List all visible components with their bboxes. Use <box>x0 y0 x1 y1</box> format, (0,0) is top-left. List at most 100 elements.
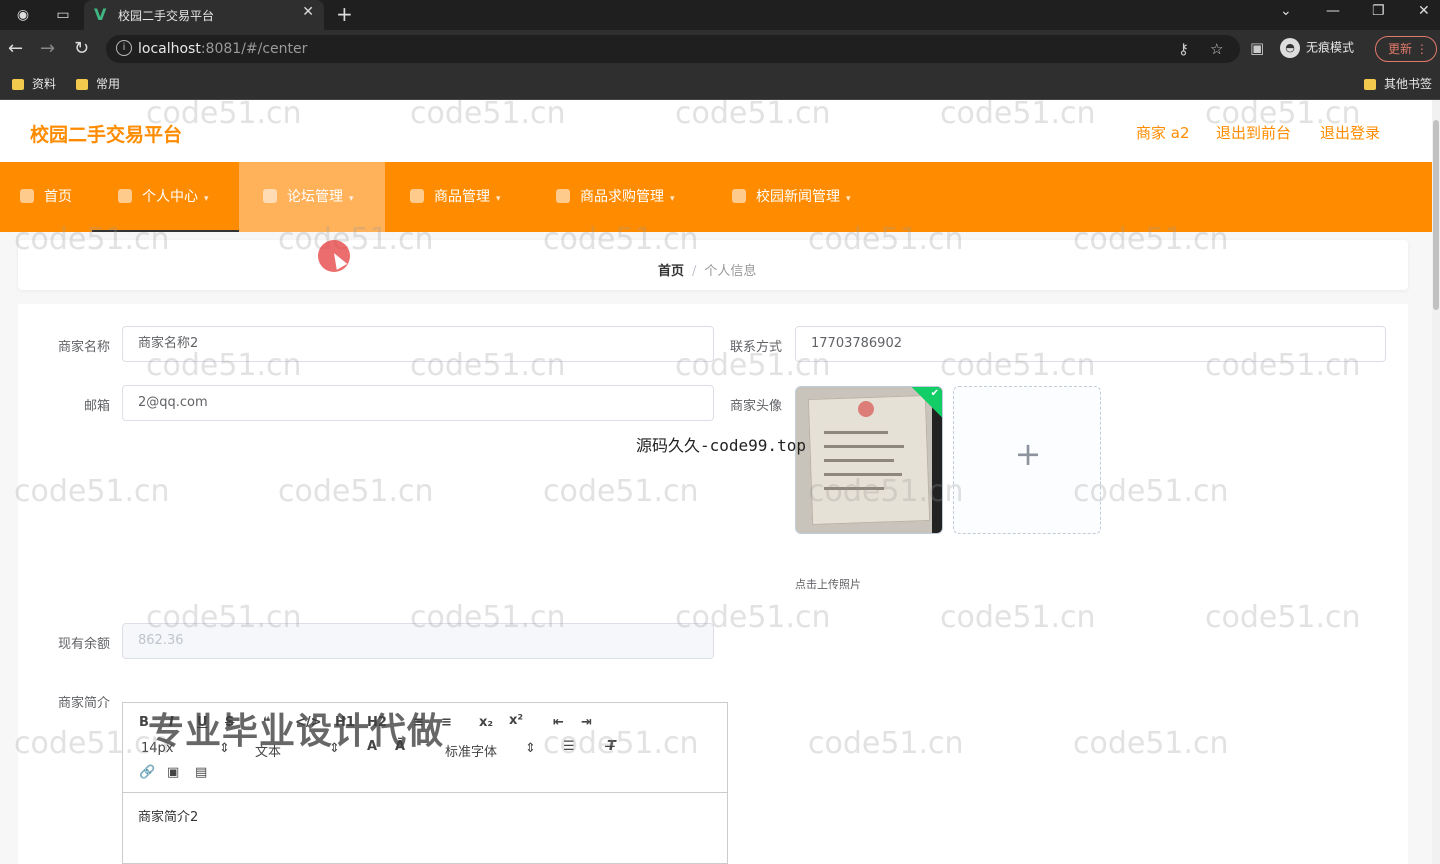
contact-input[interactable]: 17703786902 <box>795 326 1386 362</box>
bookmark-label: 常用 <box>96 77 121 91</box>
breadcrumb-home[interactable]: 首页 <box>658 264 684 279</box>
chevron-down-icon: ▾ <box>204 194 209 204</box>
nav-label: 商品求购管理 <box>580 189 664 205</box>
superscript-button[interactable]: x² <box>509 713 523 728</box>
breadcrumb-separator: / <box>692 264 697 279</box>
new-tab-icon[interactable]: + <box>336 2 353 26</box>
avatar-upload-button[interactable]: + <box>953 386 1101 534</box>
star-icon[interactable]: ☆ <box>1210 40 1223 58</box>
tab-search-icon[interactable]: ⌄ <box>1280 3 1292 19</box>
site-info-icon[interactable]: i <box>116 40 132 56</box>
news-icon <box>732 189 746 203</box>
incognito-icon: ◓ <box>1280 38 1300 58</box>
nav-label: 首页 <box>44 189 72 205</box>
merchant-name-input[interactable]: 商家名称2 <box>122 326 714 362</box>
back-icon[interactable]: ← <box>8 38 23 59</box>
restore-icon[interactable]: ❐ <box>1372 3 1385 19</box>
scrollbar-thumb[interactable] <box>1433 120 1439 310</box>
folder-icon <box>1364 79 1376 90</box>
doc-line <box>824 459 894 462</box>
page-scrollbar[interactable] <box>1432 100 1440 864</box>
email-input[interactable]: 2@qq.com <box>122 385 714 421</box>
balance-label: 现有余额 <box>57 637 110 652</box>
tab-strip-icon[interactable]: ▭ <box>54 6 72 24</box>
contact-label: 联系方式 <box>729 340 782 355</box>
nav-label: 论坛管理 <box>287 189 343 205</box>
nav-item-goods[interactable]: 商品管理 ▾ <box>410 162 501 232</box>
url-input[interactable]: i localhost:8081/#/center ⚷ ☆ <box>106 35 1240 63</box>
reload-icon[interactable]: ↻ <box>74 38 89 59</box>
update-label: 更新 <box>1388 42 1413 56</box>
bookmarks-bar: 资料 常用 其他书签 <box>0 68 1440 100</box>
doc-line <box>824 445 904 448</box>
balance-input: 862.36 <box>122 623 714 659</box>
breadcrumb-current: 个人信息 <box>704 264 757 279</box>
nav-item-purchase-requests[interactable]: 商品求购管理 ▾ <box>556 162 675 232</box>
promo-watermark: 专业毕业设计代做 <box>148 711 445 752</box>
url-path: :8081/#/center <box>200 41 308 57</box>
red-seal-mark <box>858 401 874 417</box>
doc-line <box>824 487 884 490</box>
side-panel-icon[interactable]: ▣ <box>1250 39 1264 57</box>
close-window-icon[interactable]: ✕ <box>1418 3 1430 19</box>
browser-tab-bar: ◉ ▭ V 校园二手交易平台 ✕ + ⌄ — ❐ ✕ <box>0 0 1440 30</box>
logout-link[interactable]: 退出登录 <box>1320 122 1380 143</box>
goods-icon <box>410 189 424 203</box>
forward-icon[interactable]: → <box>40 38 55 59</box>
nav-label: 校园新闻管理 <box>756 189 840 205</box>
nav-item-forum[interactable]: 论坛管理 ▾ <box>239 162 385 232</box>
bookmark-folder[interactable]: 资料 <box>12 75 56 92</box>
breadcrumb-container: 首页 / 个人信息 <box>18 240 1408 290</box>
url-host: localhost <box>138 41 201 57</box>
merchant-name-label: 商家名称 <box>57 340 110 355</box>
intro-label: 商家简介 <box>57 696 110 711</box>
link-icon[interactable]: 🔗 <box>139 765 155 780</box>
url-text[interactable]: localhost:8081/#/center <box>138 41 307 57</box>
chevron-down-icon: ▾ <box>349 194 354 204</box>
close-tab-icon[interactable]: ✕ <box>302 4 314 20</box>
back-to-frontend-link[interactable]: 退出到前台 <box>1216 122 1291 143</box>
folder-icon <box>12 79 24 90</box>
font-family-select[interactable]: 标准字体 <box>445 741 497 760</box>
minimize-icon[interactable]: — <box>1326 3 1340 19</box>
key-icon[interactable]: ⚷ <box>1178 40 1189 58</box>
doc-line <box>824 431 888 434</box>
tab-title: 校园二手交易平台 <box>118 9 215 23</box>
bookmark-folder[interactable]: 常用 <box>76 75 120 92</box>
family-chevron-icon[interactable]: ⇕ <box>525 741 536 756</box>
site-header: 校园二手交易平台 商家 a2 退出到前台 退出登录 <box>0 100 1432 162</box>
chevron-down-icon: ▾ <box>496 194 501 204</box>
breadcrumb: 首页 / 个人信息 <box>658 260 756 279</box>
globe-icon[interactable]: ◉ <box>14 6 32 24</box>
nav-label: 个人中心 <box>142 189 198 205</box>
plus-icon: + <box>1014 435 1042 473</box>
folder-icon <box>76 79 88 90</box>
chevron-down-icon: ▾ <box>670 194 675 204</box>
bookmark-label: 资料 <box>32 77 57 91</box>
home-icon <box>20 189 34 203</box>
editor-content[interactable]: 商家简介2 <box>138 806 198 825</box>
address-bar: ← → ↻ i localhost:8081/#/center ⚷ ☆ ▣ <box>0 30 1440 68</box>
video-icon[interactable]: ▤ <box>195 765 207 780</box>
incognito-label: 无痕模式 <box>1306 40 1355 55</box>
incognito-indicator[interactable]: ◓ 无痕模式 <box>1280 38 1354 60</box>
nav-item-home[interactable]: 首页 <box>20 162 72 232</box>
site-title: 校园二手交易平台 <box>30 124 183 146</box>
nav-item-campus-news[interactable]: 校园新闻管理 ▾ <box>732 162 851 232</box>
uploaded-avatar-image[interactable]: ✔ <box>795 386 943 534</box>
user-icon <box>118 189 132 203</box>
update-button[interactable]: 更新 ⋮ <box>1375 36 1437 62</box>
main-nav: 首页 个人中心 ▾ 论坛管理 ▾ 商品管理 ▾ 商品求购管理 ▾ 校园新闻管理 ▾ <box>0 162 1432 232</box>
clear-format-icon[interactable]: T̶ <box>607 739 616 754</box>
outdent-button[interactable]: ⇤ <box>553 715 564 730</box>
doc-line <box>824 473 902 476</box>
subscript-button[interactable]: x₂ <box>479 715 493 730</box>
nav-item-personal-center[interactable]: 个人中心 ▾ <box>92 162 239 232</box>
browser-tab[interactable]: V 校园二手交易平台 ✕ <box>84 0 324 30</box>
align-icon[interactable]: ☰ <box>563 739 575 754</box>
other-bookmarks[interactable]: 其他书签 <box>1364 75 1432 92</box>
vue-logo-icon: V <box>94 5 107 24</box>
user-label: 商家 a2 <box>1136 124 1190 142</box>
image-icon[interactable]: ▣ <box>167 765 179 780</box>
indent-button[interactable]: ⇥ <box>581 715 592 730</box>
